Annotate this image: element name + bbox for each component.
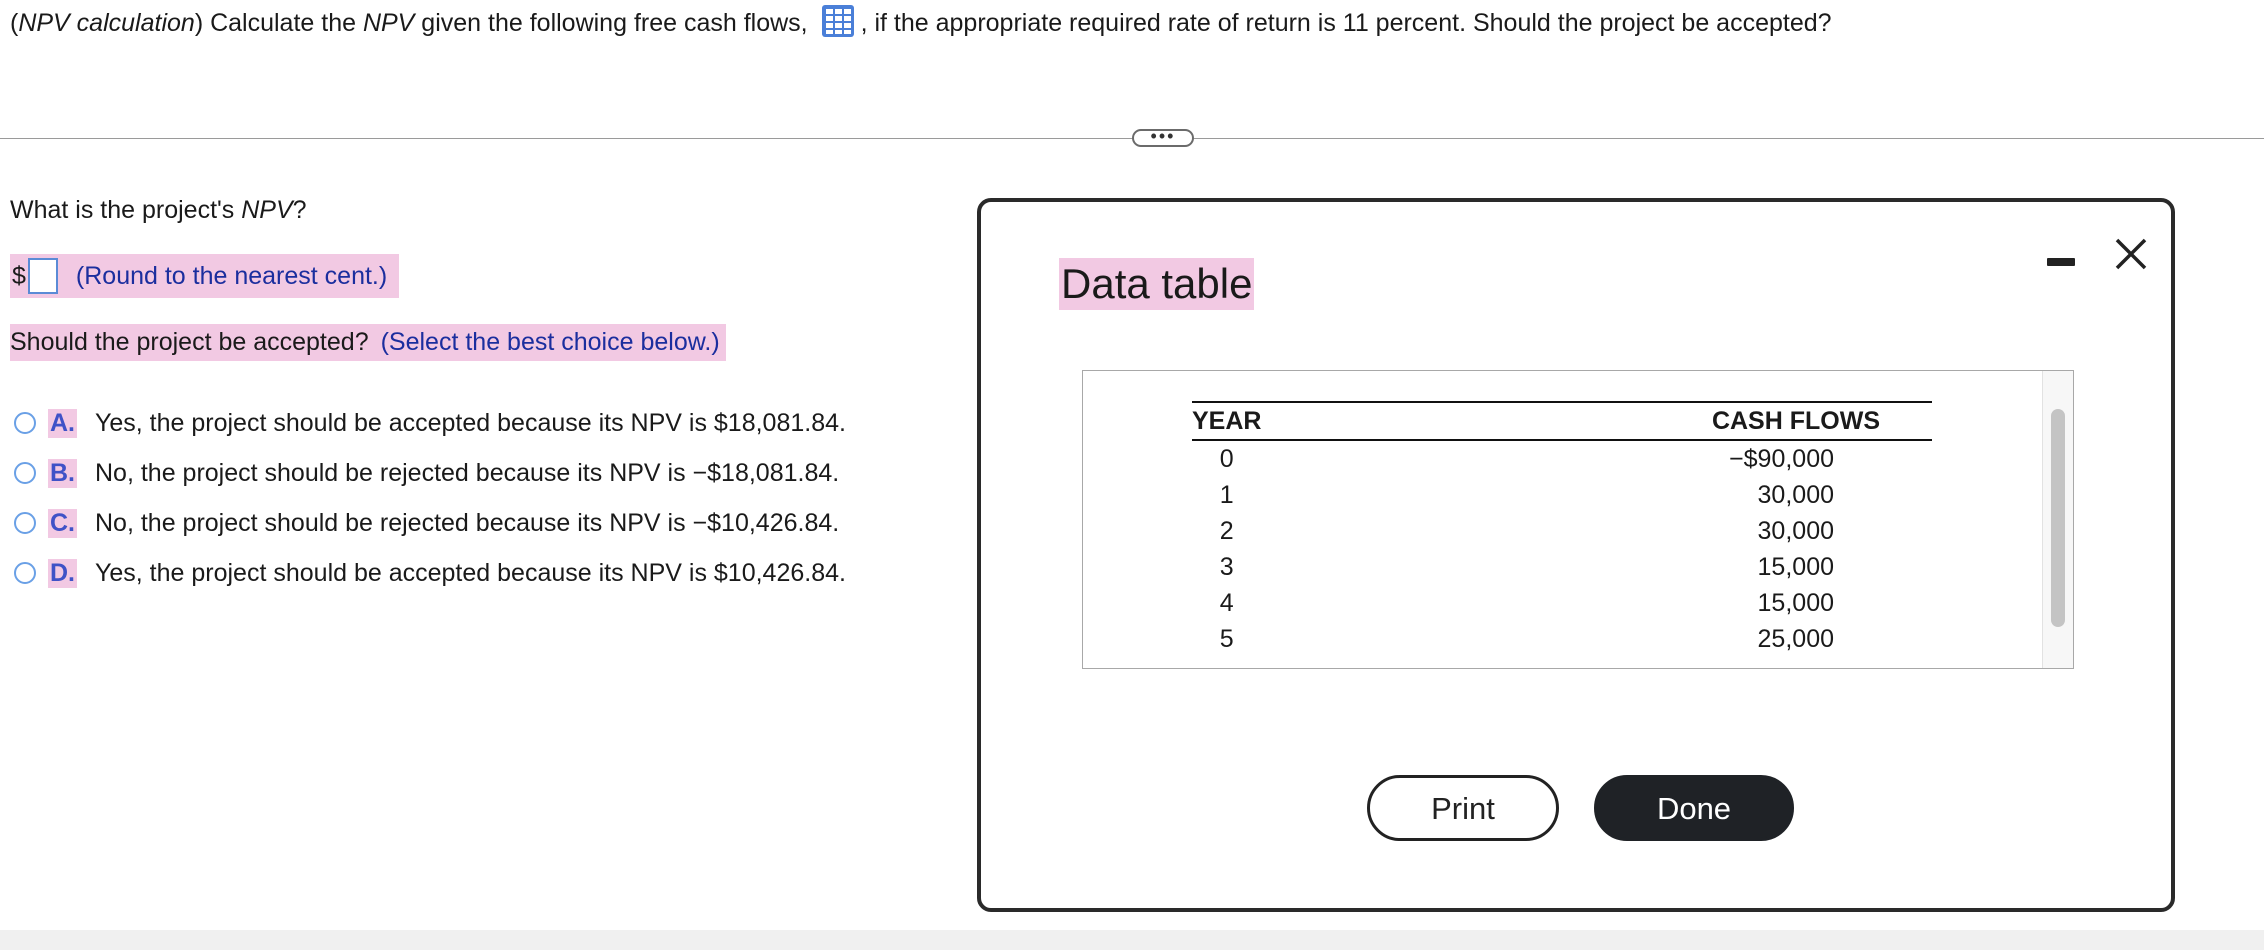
npv-question-npv: NPV [241,196,293,224]
table-row: 2 30,000 [1192,513,1932,549]
grid-table-icon[interactable] [821,4,855,38]
radio-a[interactable] [14,412,36,434]
cash-cell: 30,000 [1757,480,1834,509]
cash-cell: 25,000 [1757,624,1834,653]
done-button[interactable]: Done [1594,775,1794,841]
question-npv: NPV [362,9,415,37]
choice-letter: A. [48,408,77,438]
question-topic: NPV calculation [18,9,195,37]
question-text: (NPV calculation) Calculate the NPV give… [10,4,1832,41]
minimize-icon[interactable] [2047,252,2075,266]
radio-b[interactable] [14,462,36,484]
choice-letter: D. [48,558,77,588]
scrollbar-thumb[interactable] [2051,409,2065,627]
table-row: 0 −$90,000 [1192,440,1932,477]
table-row: 5 25,000 [1192,621,1932,657]
choice-text: Yes, the project should be accepted beca… [95,408,846,437]
round-hint: (Round to the nearest cent.) [75,261,388,290]
table-row: 3 15,000 [1192,549,1932,585]
cash-flows-header: CASH FLOWS [1261,401,1932,441]
dollar-sign: $ [12,261,26,290]
npv-question-prefix: What is the project's [10,196,242,224]
choice-a[interactable]: A. Yes, the project should be accepted be… [14,398,846,448]
choice-letter: C. [48,508,77,538]
year-cell: 3 [1219,552,1234,581]
question-part2: given the following free cash flows, [414,9,815,37]
accept-question-text: Should the project be accepted? [10,328,369,356]
footer-bar [0,930,2264,950]
radio-d[interactable] [14,562,36,584]
cash-cell: 30,000 [1757,516,1834,545]
cash-cell: −$90,000 [1729,444,1834,473]
select-hint: (Select the best choice below.) [380,328,720,356]
table-row: 4 15,000 [1192,585,1932,621]
npv-answer-input[interactable] [27,258,58,294]
cash-cell: 15,000 [1757,552,1834,581]
radio-c[interactable] [14,512,36,534]
cash-flow-table: YEAR CASH FLOWS 0 −$90,000 1 30,000 2 30,00… [1192,401,1932,657]
year-cell: 1 [1219,480,1234,509]
choice-text: No, the project should be rejected becau… [95,458,840,487]
print-button[interactable]: Print [1367,775,1559,841]
year-cell: 4 [1219,588,1234,617]
year-header: YEAR [1192,401,1262,441]
choice-text: Yes, the project should be accepted beca… [95,558,846,587]
table-header-row: YEAR CASH FLOWS [1192,401,1932,441]
data-table-modal: Data table YEAR CASH FLOWS 0 −$90,000 1 30… [977,198,2175,912]
year-cell: 2 [1219,516,1234,545]
accept-question: Should the project be accepted? (Select t… [10,324,726,361]
expand-handle[interactable]: ••• [1132,127,1194,147]
question-part3: , if the appropriate required rate of re… [860,9,1832,37]
choice-text: No, the project should be rejected becau… [95,508,840,537]
npv-answer-row: $ (Round to the nearest cent.) [10,254,400,298]
table-row: 1 30,000 [1192,477,1932,513]
choice-letter: B. [48,458,77,488]
npv-question: What is the project's NPV? [10,196,307,225]
choice-d[interactable]: D. Yes, the project should be accepted be… [14,548,846,598]
close-icon[interactable] [2111,234,2151,274]
cash-cell: 15,000 [1757,588,1834,617]
data-table-panel: YEAR CASH FLOWS 0 −$90,000 1 30,000 2 30,00… [1082,370,2074,669]
choice-b[interactable]: B. No, the project should be rejected bec… [14,448,846,498]
choice-c[interactable]: C. No, the project should be rejected bec… [14,498,846,548]
npv-question-suffix: ? [292,196,307,224]
question-part1: ) Calculate the [194,9,363,37]
year-cell: 5 [1219,624,1234,653]
year-cell: 0 [1219,444,1234,473]
modal-title: Data table [1059,258,1255,310]
choice-list: A. Yes, the project should be accepted be… [14,398,846,598]
table-scrollbar[interactable] [2042,371,2073,668]
